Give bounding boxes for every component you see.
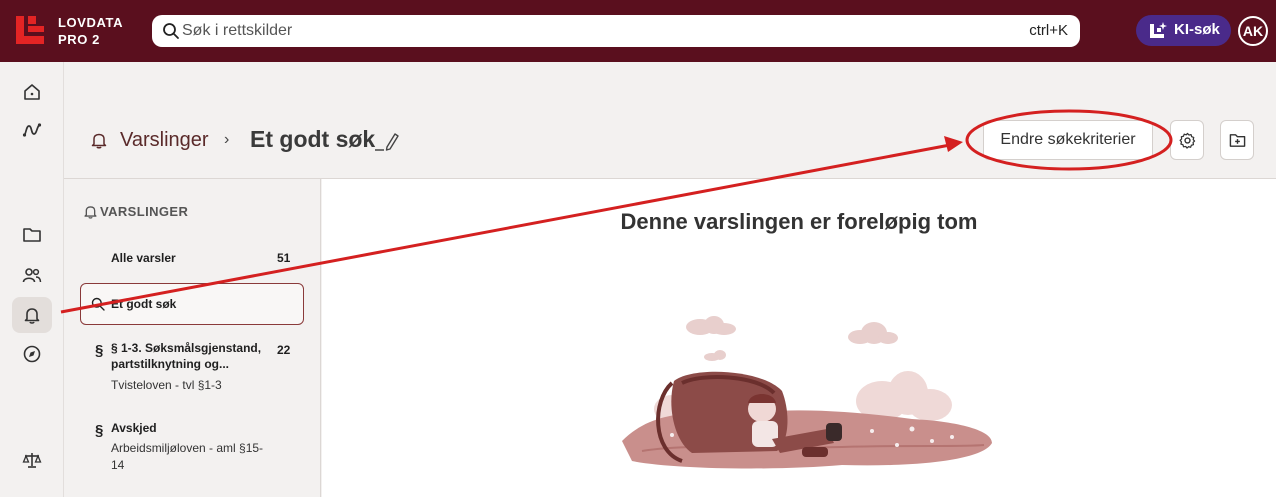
compass-icon — [23, 345, 41, 363]
brand-line-2: PRO 2 — [58, 32, 101, 47]
nav-legal[interactable] — [12, 442, 52, 478]
alert-item-label: Avskjed — [111, 421, 157, 435]
section-icon: § — [95, 422, 104, 439]
brand-line-1: LOVDATA — [58, 15, 124, 30]
lovdata-logo-icon[interactable] — [16, 16, 44, 44]
search-icon — [91, 297, 105, 311]
nav-activity[interactable] — [12, 112, 52, 148]
empty-state-illustration — [622, 316, 992, 469]
alert-item-label: Et godt søk — [111, 297, 177, 311]
brand-name[interactable]: LOVDATA PRO 2 — [58, 14, 123, 48]
nav-alerts[interactable] — [12, 297, 52, 333]
breadcrumb-alerts-link[interactable]: Varslinger — [120, 129, 209, 152]
search-icon — [163, 23, 179, 39]
bell-icon — [84, 206, 97, 219]
alert-item-selected[interactable]: Et godt søk — [80, 283, 304, 325]
user-avatar[interactable]: AK — [1238, 16, 1268, 46]
gear-icon — [1179, 132, 1196, 149]
alert-item-source: Tvisteloven - tvl §1-3 — [111, 378, 222, 392]
ki-search-button[interactable]: KI-søk — [1136, 15, 1231, 46]
all-alerts-link[interactable]: Alle varsler — [111, 250, 176, 267]
breadcrumb-separator: › — [224, 131, 230, 148]
nav-rail — [0, 62, 64, 497]
annotation-arrow-head — [944, 136, 963, 152]
alert-item-label-line-1: § 1-3. Søksmålsgjenstand, — [111, 341, 262, 355]
alert-item-count: 22 — [277, 343, 291, 357]
folder-icon — [23, 228, 41, 242]
alerts-panel-title: VARSLINGER — [100, 204, 189, 219]
home-icon — [24, 84, 40, 100]
all-alerts-count: 51 — [277, 251, 291, 265]
search-bar[interactable]: ctrl+K — [152, 15, 1080, 47]
users-icon — [22, 268, 42, 283]
ki-search-label: KI-søk — [1174, 21, 1220, 38]
scales-icon — [22, 453, 42, 468]
alert-item-source-line-1: Arbeidsmiljøloven - aml §15- — [111, 441, 264, 455]
empty-state-title: Denne varslingen er foreløpig tom — [620, 209, 978, 234]
nav-users[interactable] — [12, 257, 52, 293]
add-to-folder-button[interactable] — [1220, 120, 1254, 160]
alert-item-label-line-2: partstilknytning og... — [111, 357, 230, 371]
settings-button[interactable] — [1170, 120, 1204, 160]
search-input[interactable] — [182, 15, 1002, 47]
edit-search-criteria-button[interactable]: Endre søkekriterier — [983, 120, 1153, 160]
nav-explore[interactable] — [12, 336, 52, 372]
activity-icon — [22, 123, 42, 137]
bell-icon — [91, 133, 107, 149]
main-content: Denne varslingen er foreløpig tom — [322, 179, 1276, 497]
top-bar: LOVDATA PRO 2 ctrl+K KI-søk AK — [0, 0, 1276, 62]
alert-item-source-line-2: 14 — [111, 458, 125, 472]
ai-sparkle-icon — [1150, 22, 1167, 38]
nav-home[interactable] — [12, 74, 52, 110]
bell-icon — [24, 308, 40, 324]
search-shortcut-hint: ctrl+K — [1029, 22, 1068, 39]
edit-title-icon[interactable] — [374, 130, 400, 152]
folder-plus-icon — [1229, 134, 1246, 147]
nav-folders[interactable] — [12, 217, 52, 253]
page-title: Et godt søk — [250, 126, 376, 152]
section-icon: § — [95, 342, 104, 359]
